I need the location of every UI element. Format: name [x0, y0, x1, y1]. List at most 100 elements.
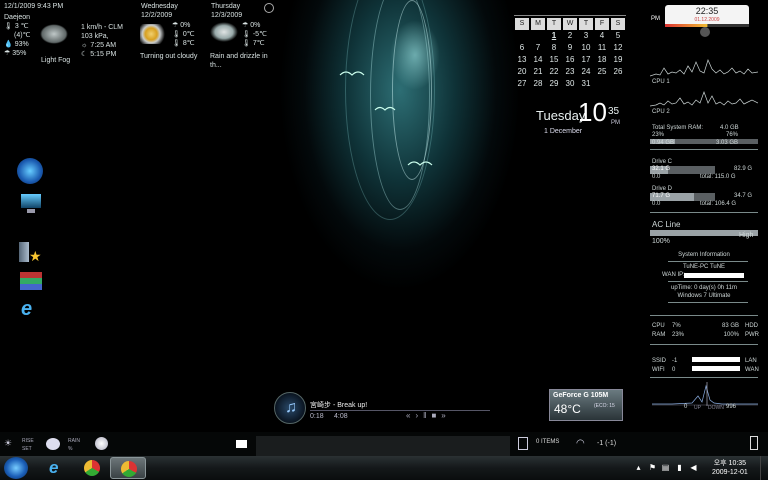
calendar-day[interactable]: 16	[562, 54, 578, 66]
calendar-days: 1 2 3 4 5 6 7 8 9 10 11 12 13 14 15 16 17 18 19 20 21 22 23 24 2…	[514, 30, 626, 90]
drive-d-free: 34.7 G	[734, 193, 753, 199]
ssid-wifi-labels: SSID WIFI	[652, 357, 666, 375]
weather-sunset: 5:15 PM	[90, 51, 117, 58]
internet-explorer-icon[interactable]: e	[17, 296, 45, 322]
windows-orb-icon[interactable]	[17, 158, 43, 184]
calendar-weekday: T	[547, 18, 561, 30]
calendar-day[interactable]: 29	[546, 78, 562, 90]
taskbar-date: 2009-12-01	[712, 469, 748, 476]
sysinfo-title: System Information	[678, 252, 730, 258]
calendar-day[interactable]: 21	[530, 66, 546, 78]
net-down-value: 996	[726, 404, 737, 410]
taskbar-chrome-pinned[interactable]	[74, 457, 110, 479]
calendar-day[interactable]: 25	[594, 66, 610, 78]
forward-icon[interactable]: »	[441, 411, 450, 420]
forecast-day-1: Wednesday 12/2/2009	[141, 2, 178, 20]
net-up-label: UP	[694, 405, 701, 411]
calendar-weekday: S	[515, 18, 529, 30]
weather-sunrise: 7:25 AM	[90, 42, 117, 49]
recycle-bin-icon[interactable]	[518, 437, 528, 450]
calendar-day[interactable]: 24	[578, 66, 594, 78]
calendar-day[interactable]: 10	[578, 42, 594, 54]
forecast-high: 8	[182, 40, 187, 47]
battery-tray-icon[interactable]: ▮	[675, 463, 684, 472]
calendar-day[interactable]: 3	[578, 30, 594, 42]
calendar-day[interactable]: 6	[514, 42, 530, 54]
weather-datetime: 12/1/2009 9:43 PM	[4, 3, 64, 10]
calendar-day[interactable]: 13	[514, 54, 530, 66]
calendar-day[interactable]: 14	[530, 54, 546, 66]
calendar-day[interactable]: 1	[546, 30, 562, 42]
hdd-pwr-labels: HDD PWR	[745, 322, 759, 340]
calendar-day[interactable]: 18	[594, 54, 610, 66]
calendar-day[interactable]: 23	[562, 66, 578, 78]
clock-hour: 10	[578, 97, 607, 127]
moon-icon	[95, 437, 108, 450]
calendar-week: 27 28 29 30 31	[514, 78, 626, 90]
calendar-day[interactable]: 11	[594, 42, 610, 54]
ac-pct: 100%	[652, 238, 670, 245]
calendar-day[interactable]: 26	[610, 66, 626, 78]
taskbar-chrome-active[interactable]	[110, 457, 146, 479]
taskbar-ie[interactable]: e	[38, 457, 74, 479]
calendar-day	[594, 78, 610, 90]
show-desktop-button[interactable]	[760, 456, 768, 480]
wallpaper-birds	[339, 71, 433, 166]
calendar-day[interactable]: 22	[546, 66, 562, 78]
calendar-day[interactable]: 8	[546, 42, 562, 54]
action-center-flag-icon[interactable]: ⚑	[648, 463, 657, 472]
rain-label: RAIN	[68, 438, 80, 444]
divider	[668, 281, 748, 282]
calendar-day[interactable]: 20	[514, 66, 530, 78]
play-icon[interactable]: ›	[415, 411, 423, 420]
divider	[650, 344, 758, 345]
cpu-stat-label: CPU	[652, 323, 665, 329]
calendar-day[interactable]: 19	[610, 54, 626, 66]
forecast-condition: Turning out cloudy	[140, 53, 198, 60]
divider	[650, 212, 758, 213]
calendar-day[interactable]: 4	[594, 30, 610, 42]
uptime: upTime: 0 day(s) 0h 11m	[670, 285, 738, 291]
stop-icon[interactable]: ■	[431, 411, 441, 420]
computer-icon[interactable]	[17, 192, 45, 218]
calendar-day[interactable]: 30	[562, 78, 578, 90]
calendar-weekday: S	[611, 18, 625, 30]
calendar-day[interactable]: 7	[530, 42, 546, 54]
mail-icon[interactable]	[236, 440, 247, 448]
net-down-label: DOWN	[708, 405, 724, 411]
calendar-day[interactable]: 5	[610, 30, 626, 42]
progress-track[interactable]	[310, 410, 490, 411]
volume-icon[interactable]: ◀	[689, 463, 698, 472]
clock-date: 1 December	[544, 128, 583, 135]
network-icon[interactable]: ▤	[661, 463, 670, 472]
refresh-icon[interactable]	[264, 3, 274, 13]
lan-redacted	[692, 357, 740, 362]
gpu-name: GeForce G 105M	[553, 392, 609, 399]
calendar-day[interactable]: 2	[562, 30, 578, 42]
clock-minute: 35	[608, 106, 620, 117]
ac-state: High	[739, 232, 754, 239]
weather-temp-feels: (4)	[14, 32, 23, 39]
divider	[650, 315, 758, 316]
cpu2-label: CPU 2	[652, 109, 670, 115]
taskbar-clock[interactable]: 오후 10:35 2009-12-01	[712, 459, 748, 477]
calendar-day[interactable]: 31	[578, 78, 594, 90]
forecast-condition: Rain and drizzle in th...	[210, 53, 268, 69]
chevron-down-icon[interactable]	[700, 27, 710, 37]
calendar-day[interactable]: 9	[562, 42, 578, 54]
start-button[interactable]	[4, 457, 28, 479]
winrar-icon[interactable]	[17, 270, 45, 296]
show-hidden-icons[interactable]: ▴	[634, 463, 643, 472]
wifi-status: -1 (-1)	[597, 440, 617, 447]
calendar-weekday-row: SMTWTFS	[514, 18, 626, 30]
forecast-day-name: Thursday	[211, 3, 241, 10]
os-name: Windows 7 Ultimate	[677, 293, 731, 299]
calendar-day[interactable]: 12	[610, 42, 626, 54]
favorites-icon[interactable]: ★	[17, 240, 45, 266]
calendar-day[interactable]: 17	[578, 54, 594, 66]
drive-d-label: Drive D	[652, 186, 673, 192]
calendar-day	[530, 30, 546, 42]
calendar-day[interactable]: 28	[530, 78, 546, 90]
calendar-day[interactable]: 27	[514, 78, 530, 90]
calendar-day[interactable]: 15	[546, 54, 562, 66]
